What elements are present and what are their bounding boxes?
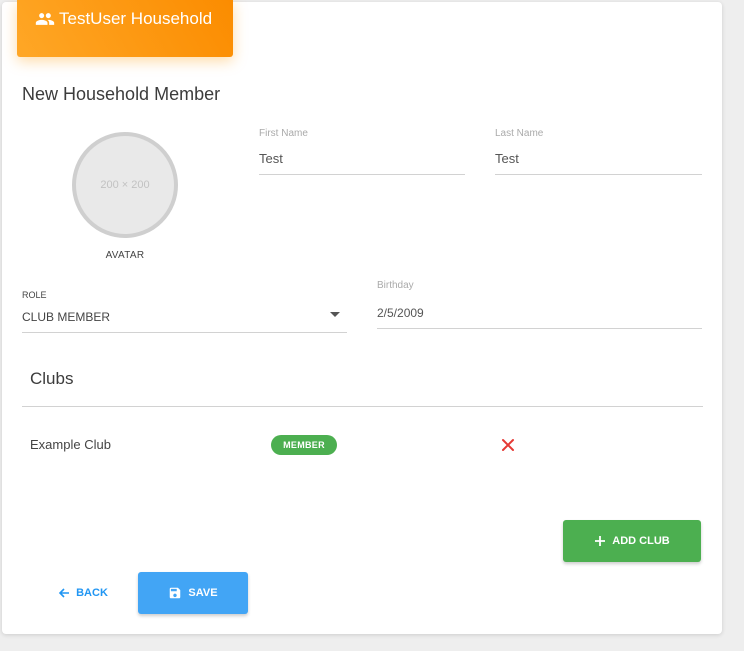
last-name-label: Last Name	[495, 128, 544, 139]
clubs-divider	[22, 406, 703, 407]
status-badge: MEMBER	[271, 435, 337, 455]
club-name: Example Club	[30, 437, 111, 452]
avatar-placeholder-text: 200 × 200	[100, 179, 150, 191]
save-label: SAVE	[188, 587, 218, 599]
remove-club-button[interactable]	[500, 437, 516, 453]
back-button[interactable]: BACK	[52, 578, 114, 608]
header-title: TestUser Household	[59, 8, 213, 28]
birthday-field[interactable]: 2/5/2009	[377, 306, 424, 320]
role-underline	[22, 332, 347, 333]
add-club-label: ADD CLUB	[612, 535, 670, 547]
chevron-down-icon[interactable]	[330, 312, 340, 317]
card-header: TestUser Household	[17, 0, 233, 57]
last-name-field[interactable]: Test	[495, 151, 519, 166]
role-label: ROLE	[22, 290, 47, 300]
last-name-underline	[495, 174, 702, 175]
first-name-underline	[259, 174, 465, 175]
avatar-label: AVATAR	[105, 250, 145, 261]
first-name-label: First Name	[259, 128, 308, 139]
form-title: New Household Member	[22, 84, 221, 104]
birthday-underline	[377, 328, 702, 329]
avatar[interactable]: 200 × 200	[72, 132, 178, 238]
clubs-title: Clubs	[30, 369, 74, 388]
save-button[interactable]: SAVE	[138, 572, 248, 614]
arrow-left-icon	[58, 587, 70, 599]
close-icon	[500, 437, 516, 453]
save-icon	[168, 586, 182, 600]
plus-icon	[594, 535, 606, 547]
back-label: BACK	[76, 587, 108, 599]
role-select[interactable]: CLUB MEMBER	[22, 310, 110, 324]
people-icon	[33, 9, 59, 29]
first-name-field[interactable]: Test	[259, 151, 283, 166]
add-club-button[interactable]: ADD CLUB	[563, 520, 701, 562]
birthday-label: Birthday	[377, 280, 414, 291]
